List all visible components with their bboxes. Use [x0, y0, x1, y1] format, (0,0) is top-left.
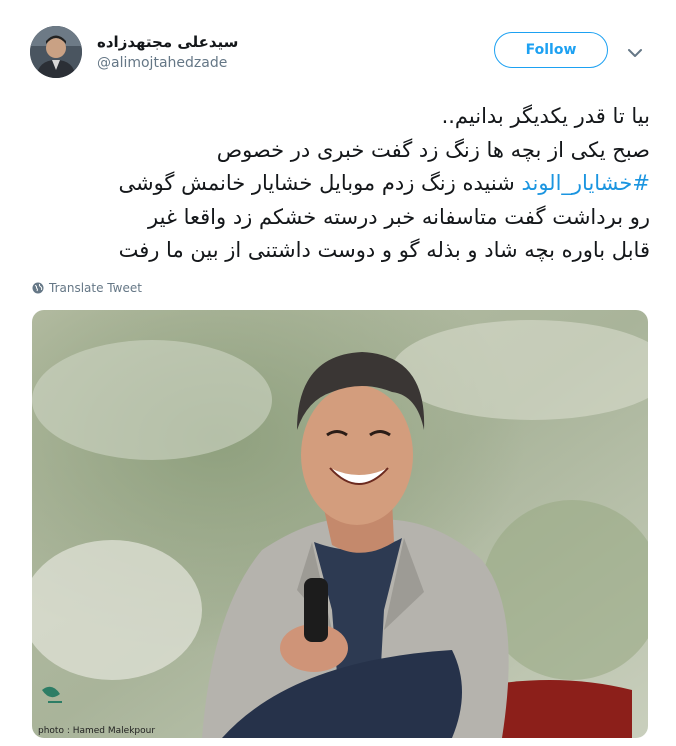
tweet-photo[interactable]: photo : Hamed Malekpour [32, 310, 648, 738]
display-name[interactable]: سیدعلی مجتهدزاده [97, 33, 238, 51]
tweet-line-2: صبح یکی از بچه ها زنگ زد گفت خبری در خصو… [216, 137, 650, 162]
tweet-line-3: #خشایار_الوند شنیده زنگ زدم موبایل خشایا… [30, 167, 650, 201]
photo-image [32, 310, 648, 738]
tweet-text: بیا تا قدر یکدیگر بدانیم.. صبح یکی از بچ… [30, 100, 650, 268]
user-handle[interactable]: @alimojtahedzade [97, 55, 227, 71]
tweet-line-3-text: شنیده زنگ زدم موبایل خشایار خانمش گوشی [118, 171, 515, 195]
tweet-line-4: رو برداشت گفت متاسفانه خبر درسته خشکم زد… [148, 204, 650, 229]
hashtag-link[interactable]: #خشایار_الوند [521, 171, 650, 195]
tweet-line-5: قابل باوره بچه شاد و بذله گو و دوست داشت… [118, 238, 650, 262]
avatar[interactable] [30, 26, 82, 78]
photo-credit: photo : Hamed Malekpour [38, 726, 156, 736]
follow-button[interactable]: Follow [494, 32, 608, 68]
translate-label: Translate Tweet [49, 281, 142, 295]
avatar-image [30, 26, 82, 78]
translate-tweet-link[interactable]: Translate Tweet [32, 281, 142, 295]
globe-icon [32, 282, 44, 294]
tweet-line-1: بیا تا قدر یکدیگر بدانیم.. [441, 104, 650, 128]
chevron-down-icon[interactable] [627, 44, 643, 57]
